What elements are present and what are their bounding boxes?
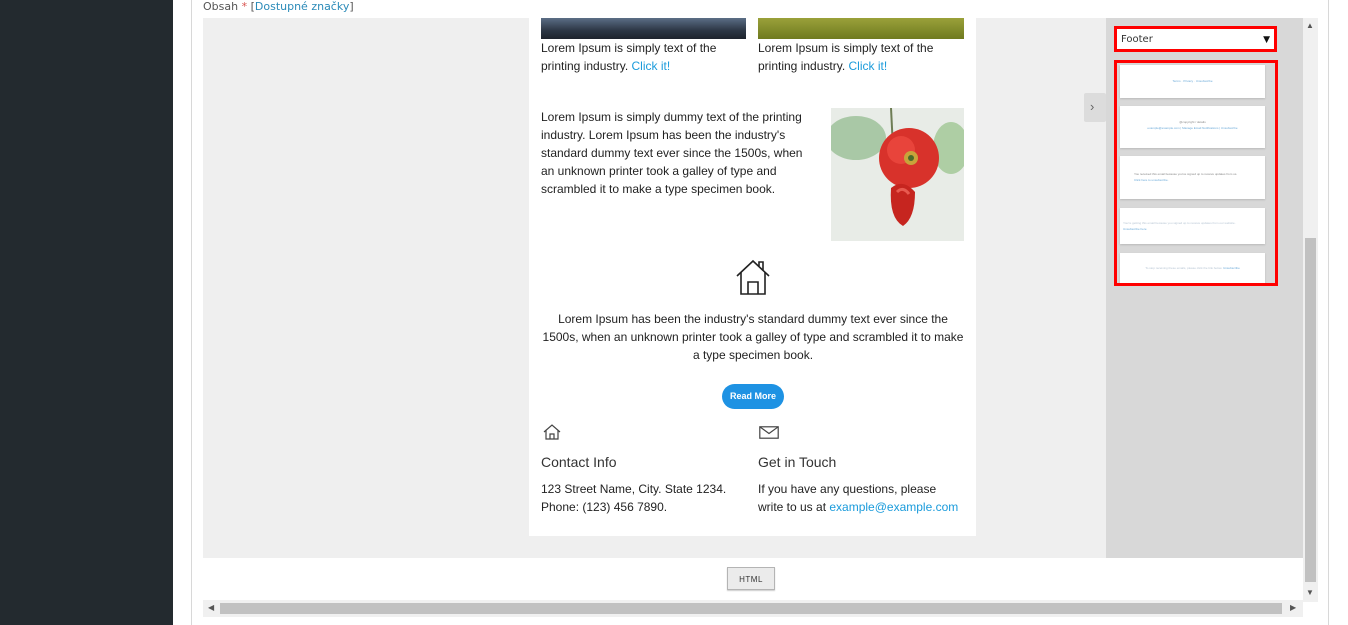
email-editor: Lorem Ipsum is simply text of the printi…: [203, 18, 1318, 602]
contact-phone: Phone: (123) 456 7890.: [541, 500, 668, 514]
flower-image: [831, 108, 964, 241]
touch-line-2: write to us at example@example.com: [758, 498, 963, 516]
footer-template-4[interactable]: You're getting this email because you si…: [1120, 208, 1265, 244]
get-in-touch-text: If you have any questions, please write …: [758, 480, 963, 516]
caption-right: Lorem Ipsum is simply text of the printi…: [758, 39, 963, 75]
footer-template-1[interactable]: Terms · Privacy · Unsubscribe: [1120, 65, 1265, 98]
vertical-scrollbar[interactable]: ▲ ▼: [1303, 18, 1318, 602]
touch-line-2-prefix: write to us at: [758, 500, 827, 514]
footer-template-2[interactable]: @copyright / details example@example.com…: [1120, 106, 1265, 148]
scroll-right-icon[interactable]: ▶: [1290, 603, 1296, 612]
caption-right-link[interactable]: Click it!: [849, 59, 888, 73]
vertical-scroll-thumb[interactable]: [1305, 238, 1316, 582]
horizontal-scroll-thumb[interactable]: [220, 603, 1282, 614]
lake-photo: [541, 18, 746, 39]
block-category-value[interactable]: Footer ▼: [1121, 32, 1270, 48]
contact-address: 123 Street Name, City. State 1234.: [541, 482, 727, 496]
panel-border-left: [191, 0, 192, 625]
panel-border-right: [1328, 0, 1329, 625]
contact-email-link[interactable]: example@example.com: [829, 500, 958, 514]
caption-right-text: Lorem Ipsum is simply text of the printi…: [758, 41, 934, 73]
footer-template-5[interactable]: To stop receiving these emails, please c…: [1120, 253, 1265, 283]
read-more-button[interactable]: Read More: [722, 384, 784, 409]
get-in-touch-title: Get in Touch: [758, 454, 837, 470]
footer-templates-list: Terms · Privacy · Unsubscribe @copyright…: [1114, 60, 1278, 286]
scroll-left-icon[interactable]: ◀: [208, 603, 214, 612]
available-tags-link[interactable]: Dostupné značky: [255, 0, 349, 13]
scroll-up-icon[interactable]: ▲: [1306, 21, 1314, 30]
contact-info-title: Contact Info: [541, 454, 617, 470]
contact-info-text: 123 Street Name, City. State 1234. Phone…: [541, 480, 746, 516]
left-sidebar: [0, 0, 173, 625]
caption-left-link[interactable]: Click it!: [632, 59, 671, 73]
chevron-right-icon: ›: [1090, 99, 1095, 114]
home-icon: [543, 424, 561, 445]
scroll-down-icon[interactable]: ▼: [1306, 588, 1314, 597]
footer-template-3[interactable]: You received this email because you've s…: [1120, 156, 1265, 199]
center-paragraph: Lorem Ipsum has been the industry's stan…: [542, 312, 964, 362]
panel-toggle-button[interactable]: ›: [1084, 93, 1106, 122]
field-label: Obsah * [Dostupné značky]: [203, 0, 354, 13]
email-canvas: Lorem Ipsum is simply text of the printi…: [529, 18, 976, 536]
house-icon: [735, 258, 771, 296]
caption-left: Lorem Ipsum is simply text of the printi…: [541, 39, 746, 75]
field-label-text: Obsah: [203, 0, 239, 13]
editor-toolbar: HTML: [203, 558, 1303, 600]
touch-line-1: If you have any questions, please: [758, 482, 937, 496]
horizontal-scrollbar[interactable]: ◀ ▶: [203, 600, 1303, 617]
caption-left-text: Lorem Ipsum is simply text of the printi…: [541, 41, 717, 73]
block-category-select[interactable]: Footer ▼: [1114, 26, 1277, 52]
caret-down-icon: ▼: [1263, 35, 1270, 45]
required-mark: *: [241, 0, 248, 13]
meadow-photo: [758, 18, 964, 39]
html-button[interactable]: HTML: [727, 567, 775, 590]
body-paragraph: Lorem Ipsum is simply dummy text of the …: [541, 110, 803, 196]
envelope-icon: [759, 426, 779, 444]
